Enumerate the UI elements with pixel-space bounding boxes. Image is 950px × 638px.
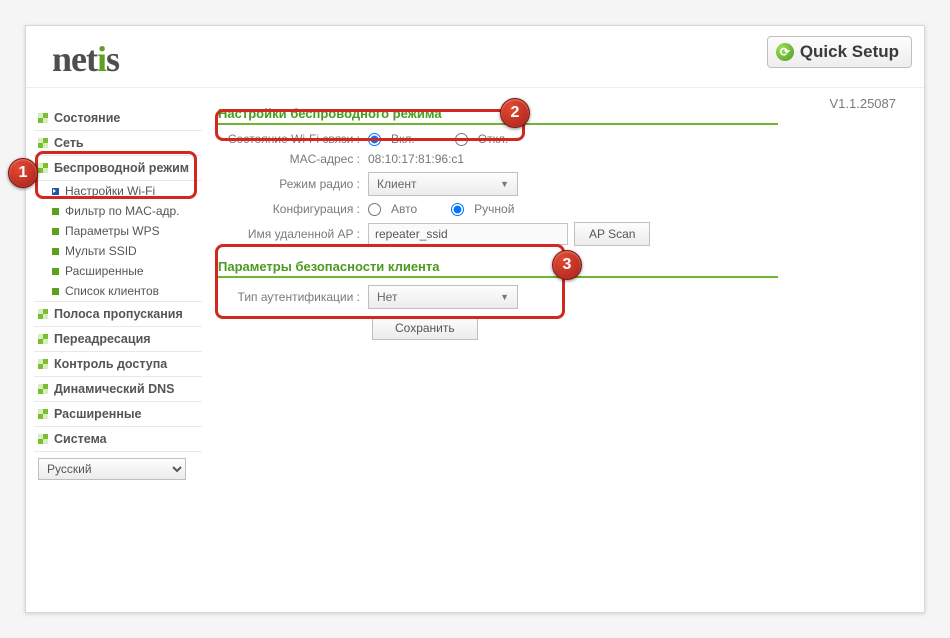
submenu-bullet-icon <box>52 248 59 255</box>
logo-text: netis <box>52 38 119 80</box>
sidebar-sub-wps[interactable]: Параметры WPS <box>34 221 202 241</box>
wifi-on-text: Вкл. <box>391 132 415 146</box>
quick-setup-label: Quick Setup <box>800 42 899 62</box>
menu-bullet-icon <box>38 309 48 319</box>
wifi-on-radio[interactable] <box>368 133 381 146</box>
mac-label: MAC-адрес : <box>218 152 368 166</box>
wifi-off-radio[interactable] <box>455 133 468 146</box>
submenu-bullet-icon <box>52 188 59 195</box>
config-label: Конфигурация : <box>218 202 368 216</box>
app-frame: netis ⟳ Quick Setup V1.1.25087 Состояние… <box>25 25 925 613</box>
auth-type-select[interactable]: Нет <box>368 285 518 309</box>
sidebar-sub-wifi[interactable]: Настройки Wi-Fi <box>34 181 202 201</box>
row-remote-ap: Имя удаленной AP : AP Scan <box>218 219 778 249</box>
wifi-status-label: Состояние Wi-Fi связи : <box>218 132 368 146</box>
annotation-marker-2: 2 <box>500 98 530 128</box>
row-wifi-status: Состояние Wi-Fi связи : Вкл. Откл. <box>218 129 778 149</box>
menu-bullet-icon <box>38 334 48 344</box>
config-manual-radio[interactable] <box>451 203 464 216</box>
auth-label: Тип аутентификации : <box>218 290 368 304</box>
sidebar-sub-multissid[interactable]: Мульти SSID <box>34 241 202 261</box>
menu-bullet-icon <box>38 163 48 173</box>
submenu-bullet-icon <box>52 268 59 275</box>
logo: netis <box>52 38 119 80</box>
annotation-marker-3: 3 <box>552 250 582 280</box>
sidebar-item-system[interactable]: Система <box>34 427 202 452</box>
wireless-section-title: Настройки беспроводного режима <box>218 106 778 121</box>
remote-ap-input[interactable] <box>368 223 568 245</box>
submenu-bullet-icon <box>52 208 59 215</box>
sidebar-item-access[interactable]: Контроль доступа <box>34 352 202 377</box>
wifi-off-text: Откл. <box>478 132 509 146</box>
menu-bullet-icon <box>38 359 48 369</box>
sidebar-item-status[interactable]: Состояние <box>34 106 202 131</box>
menu-bullet-icon <box>38 138 48 148</box>
sidebar-item-bandwidth[interactable]: Полоса пропускания <box>34 302 202 327</box>
radio-mode-select[interactable]: Клиент <box>368 172 518 196</box>
menu-bullet-icon <box>38 434 48 444</box>
security-section-title: Параметры безопасности клиента <box>218 259 778 274</box>
sidebar-sub-clients[interactable]: Список клиентов <box>34 281 202 302</box>
ap-scan-button[interactable]: AP Scan <box>574 222 650 246</box>
remote-ap-label: Имя удаленной AP : <box>218 227 368 241</box>
sidebar-item-network[interactable]: Сеть <box>34 131 202 156</box>
submenu-bullet-icon <box>52 228 59 235</box>
menu-bullet-icon <box>38 113 48 123</box>
sidebar-sub-macfilter[interactable]: Фильтр по MAC-адр. <box>34 201 202 221</box>
annotation-marker-1: 1 <box>8 158 38 188</box>
refresh-icon: ⟳ <box>776 43 794 61</box>
firmware-version: V1.1.25087 <box>829 96 896 111</box>
submenu-bullet-icon <box>52 288 59 295</box>
header: netis ⟳ Quick Setup <box>26 26 924 88</box>
sidebar-item-wireless[interactable]: Беспроводной режим <box>34 156 202 181</box>
sidebar-item-ddns[interactable]: Динамический DNS <box>34 377 202 402</box>
quick-setup-button[interactable]: ⟳ Quick Setup <box>767 36 912 68</box>
row-radio-mode: Режим радио : Клиент <box>218 169 778 199</box>
config-auto-radio[interactable] <box>368 203 381 216</box>
main-content: Настройки беспроводного режима Состояние… <box>218 106 778 340</box>
language-select[interactable]: Русский <box>38 458 186 480</box>
row-auth-type: Тип аутентификации : Нет <box>218 282 778 312</box>
row-mac: MAC-адрес : 08:10:17:81:96:c1 <box>218 149 778 169</box>
menu-bullet-icon <box>38 409 48 419</box>
divider <box>218 123 778 125</box>
sidebar-item-advanced[interactable]: Расширенные <box>34 402 202 427</box>
sidebar-item-forwarding[interactable]: Переадресация <box>34 327 202 352</box>
config-auto-text: Авто <box>391 202 417 216</box>
sidebar: Состояние Сеть Беспроводной режим Настро… <box>34 106 202 480</box>
save-button[interactable]: Сохранить <box>372 316 478 340</box>
row-config: Конфигурация : Авто Ручной <box>218 199 778 219</box>
config-manual-text: Ручной <box>474 202 514 216</box>
sidebar-sub-advanced[interactable]: Расширенные <box>34 261 202 281</box>
divider <box>218 276 778 278</box>
radio-label: Режим радио : <box>218 177 368 191</box>
mac-value: 08:10:17:81:96:c1 <box>368 152 464 166</box>
menu-bullet-icon <box>38 384 48 394</box>
